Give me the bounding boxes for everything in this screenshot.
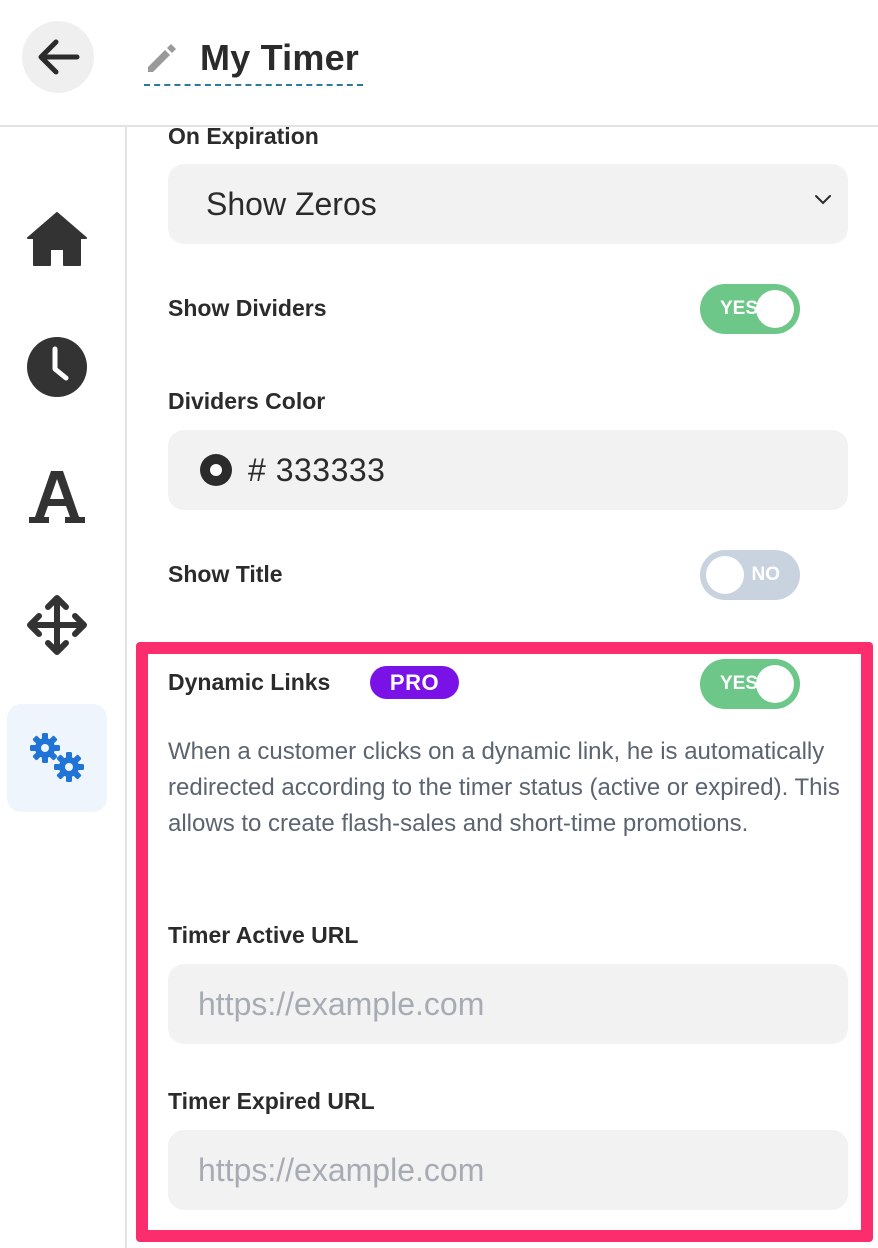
toggle-knob (706, 556, 744, 594)
on-expiration-label: On Expiration (168, 123, 319, 149)
font-icon (29, 471, 85, 523)
timer-expired-url-input[interactable] (198, 1151, 818, 1189)
back-button[interactable] (22, 21, 94, 93)
show-title-toggle[interactable]: NO (700, 550, 800, 600)
clock-icon (27, 337, 87, 397)
pro-badge: PRO (370, 666, 459, 699)
dividers-color-value: # 333333 (248, 451, 386, 488)
dynamic-links-description: When a customer clicks on a dynamic link… (168, 738, 840, 837)
home-icon (27, 212, 87, 266)
move-icon (27, 595, 87, 655)
timer-expired-url-label: Timer Expired URL (168, 1088, 375, 1114)
timer-title-editor[interactable]: My Timer (144, 32, 363, 86)
sidebar-item-home[interactable] (7, 185, 107, 293)
dynamic-links-label: Dynamic Links (168, 669, 331, 695)
arrow-left-icon (38, 39, 80, 75)
color-swatch[interactable] (200, 454, 232, 486)
toggle-knob (756, 290, 794, 328)
sidebar-item-typography[interactable] (7, 443, 107, 551)
timer-active-url-input[interactable] (198, 985, 818, 1023)
show-title-label: Show Title (168, 561, 283, 587)
dividers-color-label: Dividers Color (168, 388, 326, 414)
dividers-color-field[interactable]: # 333333 (168, 430, 848, 510)
toggle-state: NO (751, 564, 781, 585)
page-title: My Timer (200, 37, 359, 78)
toggle-state: YES (720, 673, 759, 694)
dynamic-links-toggle[interactable]: YES (700, 659, 800, 709)
toggle-knob (756, 665, 794, 703)
gears-icon (30, 733, 84, 782)
on-expiration-value: Show Zeros (206, 185, 377, 222)
pencil-icon (148, 44, 176, 72)
sidebar-item-timer[interactable] (7, 313, 107, 421)
header: My Timer (0, 0, 878, 127)
sidebar (0, 127, 127, 1248)
timer-expired-url-field[interactable] (168, 1130, 848, 1210)
timer-active-url-label: Timer Active URL (168, 922, 359, 948)
sidebar-item-settings[interactable] (7, 704, 107, 812)
timer-active-url-field[interactable] (168, 964, 848, 1044)
show-dividers-label: Show Dividers (168, 295, 327, 321)
toggle-state: YES (720, 298, 759, 319)
on-expiration-select[interactable]: Show Zeros (168, 164, 848, 244)
show-dividers-toggle[interactable]: YES (700, 284, 800, 334)
chevron-down-icon (815, 195, 831, 205)
sidebar-item-layout[interactable] (7, 571, 107, 679)
